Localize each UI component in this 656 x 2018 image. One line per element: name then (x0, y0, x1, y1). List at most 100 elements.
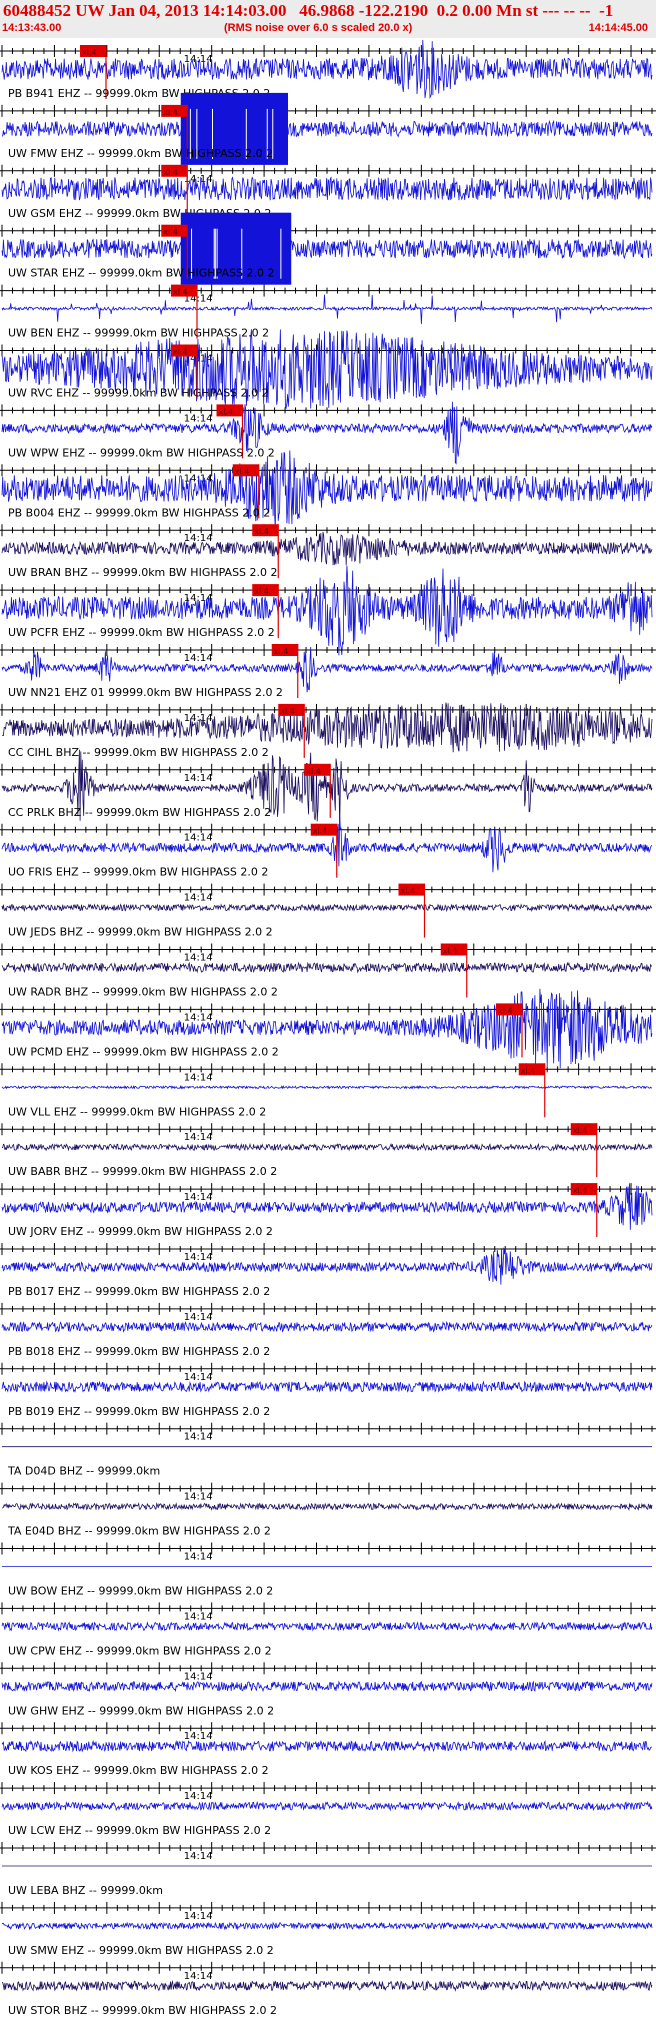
waveform (1, 1142, 653, 1152)
trace-27: 14:14 UW GHW EHZ -- 99999.0km BW HIGHPASS… (0, 1662, 656, 1717)
trace-22: 14:14 PB B019 EHZ -- 99999.0km BW HIGHPAS… (0, 1362, 656, 1418)
station-label: UW BOW EHZ -- 99999.0km BW HIGHPASS 2.0 … (8, 1585, 273, 1598)
time-mark-label: 14:14 (184, 1312, 213, 1323)
trace-3: 14:14xl.4UW STAR EHZ -- 99999.0km BW HIG… (0, 212, 656, 285)
station-label: TA E04D BHZ -- 99999.0km BW HIGHPASS 2.0… (7, 1525, 271, 1538)
pick-label: xl.4 (163, 108, 178, 117)
trace-21: 14:14 PB B018 EHZ -- 99999.0km BW HIGHPAS… (0, 1302, 656, 1358)
header-bar: 60488452 UW Jan 04, 2013 14:14:03.00 46.… (0, 0, 656, 38)
pick-label: xl.4 (254, 527, 269, 536)
trace-12: 14:14 xl.4 CC PRLK BHZ -- 99999.0km BW HIG… (0, 749, 656, 830)
time-mark-label: 14:14 (184, 953, 213, 964)
trace-19: 14:14 xl.4 UW JORV EHZ -- 99999.0km BW HIG… (0, 1183, 656, 1238)
station-label: UW STOR BHZ -- 99999.0km BW HIGHPASS 2.0… (8, 2004, 277, 2017)
pick-label: xl.4 (254, 587, 269, 596)
station-label: PB B017 EHZ -- 99999.0km BW HIGHPASS 2.0… (8, 1285, 270, 1298)
station-label: PB B004 EHZ -- 99999.0km BW HIGHPASS 2.0… (8, 506, 270, 519)
station-label: UW CPW EHZ -- 99999.0km BW HIGHPASS 2.0 … (8, 1644, 272, 1657)
pick-label: xl.4 (173, 288, 188, 297)
time-mark-label: 14:14 (184, 1252, 213, 1263)
waveform (1, 1739, 653, 1753)
trace-6: 14:14 xl.4 UW WPW EHZ -- 99999.0km BW HIGH… (0, 401, 656, 465)
trace-8: 14:14 xl.4 UW BRAN BHZ -- 99999.0km BW HIG… (0, 524, 656, 579)
seismogram-plot: 14:14xl.4PB B941 EHZ -- 99999.0km BW HIG… (0, 39, 656, 2017)
trace-13: 14:14 xl.4 UO FRIS EHZ -- 99999.0km BW HIG… (0, 816, 656, 879)
station-label: UW BRAN BHZ -- 99999.0km BW HIGHPASS 2.0… (8, 566, 278, 579)
pick-label: xl.4 (219, 407, 234, 416)
station-label: UW LEBA BHZ -- 99999.0km (8, 1884, 163, 1897)
pick-label: xl.4 (573, 1186, 588, 1195)
time-mark-label: 14:14 (184, 713, 213, 724)
time-mark-label: 14:14 (184, 1971, 213, 1982)
station-label: UW WPW EHZ -- 99999.0km BW HIGHPASS 2.0 … (8, 446, 275, 459)
trace-20: 14:14 PB B017 EHZ -- 99999.0km BW HIGHPAS… (0, 1243, 656, 1298)
station-label: UW JEDS BHZ -- 99999.0km BW HIGHPASS 2.0… (8, 926, 273, 939)
station-label: UW RADR BHZ -- 99999.0km BW HIGHPASS 2.0… (8, 986, 278, 999)
time-mark-label: 14:14 (184, 653, 213, 664)
waveform (1, 119, 653, 138)
station-label: UW STAR EHZ -- 99999.0km BW HIGHPASS 2.0… (8, 267, 274, 280)
station-label: UW KOS EHZ -- 99999.0km BW HIGHPASS 2.0 … (8, 1764, 269, 1777)
time-mark-label: 14:14 (184, 1911, 213, 1922)
time-mark-label: 14:14 (184, 1072, 213, 1083)
trace-1: 14:14xl.4UW FMW EHZ -- 99999.0km BW HIGH… (0, 92, 656, 165)
trace-23: 14:14 TA D04D BHZ -- 99999.0km (0, 1422, 656, 1478)
trace-4: 14:14xl.4UW BEN EHZ -- 99999.0km BW HIGH… (0, 284, 656, 340)
end-time: 14:14:45.00 (588, 22, 648, 34)
time-mark-label: 14:14 (184, 1372, 213, 1383)
station-label: UW RVC EHZ -- 99999.0km BW HIGHPASS 2.0 … (8, 387, 269, 400)
time-mark-label: 14:14 (184, 1432, 213, 1443)
trace-18: 14:14 xl.4 UW BABR BHZ -- 99999.0km BW HIG… (0, 1123, 656, 1178)
time-mark-label: 14:14 (184, 533, 213, 544)
station-label: PB B019 EHZ -- 99999.0km BW HIGHPASS 2.0… (8, 1405, 270, 1418)
time-mark-label: 14:14 (184, 413, 213, 424)
trace-10: 14:14 xl.4 UW NN21 EHZ 01 99999.0km BW HIG… (0, 644, 656, 699)
trace-32: 14:14 UW STOR BHZ -- 99999.0km BW HIGHPAS… (0, 1961, 656, 2017)
station-label: UW SMW EHZ -- 99999.0km BW HIGHPASS 2.0 … (8, 1944, 274, 1957)
pick-label: xl.4 (498, 1006, 513, 1015)
waveform (1, 238, 653, 260)
time-mark-label: 14:14 (184, 1492, 213, 1503)
pick-label: xl.4 (521, 1066, 536, 1075)
station-label: UW GHW EHZ -- 99999.0km BW HIGHPASS 2.0 … (8, 1704, 274, 1717)
station-label: UW PCFR EHZ -- 99999.0km BW HIGHPASS 2.0… (8, 626, 275, 639)
station-label: UW JORV EHZ -- 99999.0km BW HIGHPASS 2.0… (8, 1225, 273, 1238)
pick-label: xl.4 (173, 348, 188, 357)
waveform (1, 1921, 653, 1931)
waveform (1, 1247, 653, 1285)
pick-label: xl.4 (573, 1126, 588, 1135)
waveform (1, 1380, 653, 1394)
trace-5: 14:14xl.4UW RVC EHZ -- 99999.0km BW HIGH… (0, 329, 656, 410)
station-label: TA D04D BHZ -- 99999.0km (7, 1465, 160, 1478)
waveform (1, 1320, 653, 1333)
trace-25: 14:14 UW BOW EHZ -- 99999.0km BW HIGHPASS… (0, 1542, 656, 1598)
station-label: UW BABR BHZ -- 99999.0km BW HIGHPASS 2.0… (8, 1165, 277, 1178)
trace-14: 14:14 xl.4 UW JEDS BHZ -- 99999.0km BW HIG… (0, 883, 656, 939)
waveform (1, 961, 653, 974)
time-mark-label: 14:14 (184, 1192, 213, 1203)
station-label: CC PRLK BHZ -- 99999.0km BW HIGHPASS 2.0… (8, 806, 271, 819)
station-label: UW LCW EHZ -- 99999.0km BW HIGHPASS 2.0 … (8, 1824, 271, 1837)
pick-label: xl.4 (401, 887, 416, 896)
waveform (1, 1084, 653, 1090)
time-mark-label: 14:14 (184, 1611, 213, 1622)
station-label: UW BEN EHZ -- 99999.0km BW HIGHPASS 2.0 … (8, 327, 269, 340)
waveform (1, 294, 653, 325)
pick-label: xl.4 (313, 827, 328, 836)
time-mark-label: 14:14 (184, 1552, 213, 1563)
station-label: UW VLL EHZ -- 99999.0km BW HIGHPASS 2.0 … (8, 1105, 266, 1118)
trace-26: 14:14 UW CPW EHZ -- 99999.0km BW HIGHPASS… (0, 1602, 656, 1657)
trace-28: 14:14 UW KOS EHZ -- 99999.0km BW HIGHPASS… (0, 1722, 656, 1777)
station-label: PB B018 EHZ -- 99999.0km BW HIGHPASS 2.0… (8, 1345, 270, 1358)
trace-11: 14:14 xl.4 CC CIHL BHZ -- 99999.0km BW HIG… (0, 702, 656, 759)
pick-label: xl.4 (163, 228, 178, 237)
pick-label: xl.4 (274, 647, 289, 656)
station-label: CC CIHL BHZ -- 99999.0km BW HIGHPASS 2.0… (8, 746, 269, 759)
pick-label: xl.4 (280, 707, 295, 716)
time-mark-label: 14:14 (184, 1791, 213, 1802)
time-mark-label: 14:14 (184, 773, 213, 784)
trace-0: 14:14xl.4PB B941 EHZ -- 99999.0km BW HIG… (0, 39, 656, 100)
trace-2: 14:14xl.4UW GSM EHZ -- 99999.0km BW HIGH… (0, 164, 656, 220)
time-mark-label: 14:14 (184, 1851, 213, 1862)
waveform (1, 176, 653, 201)
